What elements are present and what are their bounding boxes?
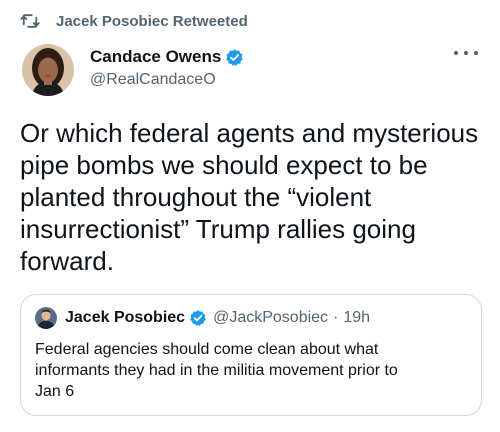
quoted-separator: · <box>333 309 339 326</box>
author-handle[interactable]: @RealCandaceO <box>90 71 244 89</box>
tweet-screenshot: Jacek Posobiec Retweeted Candace Owens @… <box>0 0 500 432</box>
retweet-label: Jacek Posobiec Retweeted <box>56 12 248 30</box>
quoted-author-handle: @JackPosobiec <box>213 309 329 326</box>
tweet-author: Candace Owens @RealCandaceO <box>22 44 482 100</box>
quoted-timestamp: 19h <box>343 309 371 326</box>
quoted-tweet-header: Jacek Posobiec @JackPosobiec · 19h <box>35 307 370 329</box>
quoted-tweet-card[interactable]: Jacek Posobiec @JackPosobiec · 19h Feder… <box>20 294 482 416</box>
quoted-avatar <box>35 307 57 329</box>
tweet-text: Or which federal agents and mysterious p… <box>20 118 479 276</box>
verified-badge-icon <box>189 309 207 327</box>
verified-badge-icon <box>225 48 244 67</box>
retweet-icon <box>20 12 40 30</box>
more-horizontal-icon <box>454 51 458 55</box>
quoted-author-name: Jacek Posobiec <box>65 309 186 326</box>
author-name[interactable]: Candace Owens <box>90 47 221 67</box>
avatar[interactable] <box>22 44 74 96</box>
retweet-context[interactable]: Jacek Posobiec Retweeted <box>20 12 248 30</box>
more-options-button[interactable] <box>454 46 478 60</box>
quoted-tweet-text: Federal agencies should come clean about… <box>35 341 398 400</box>
